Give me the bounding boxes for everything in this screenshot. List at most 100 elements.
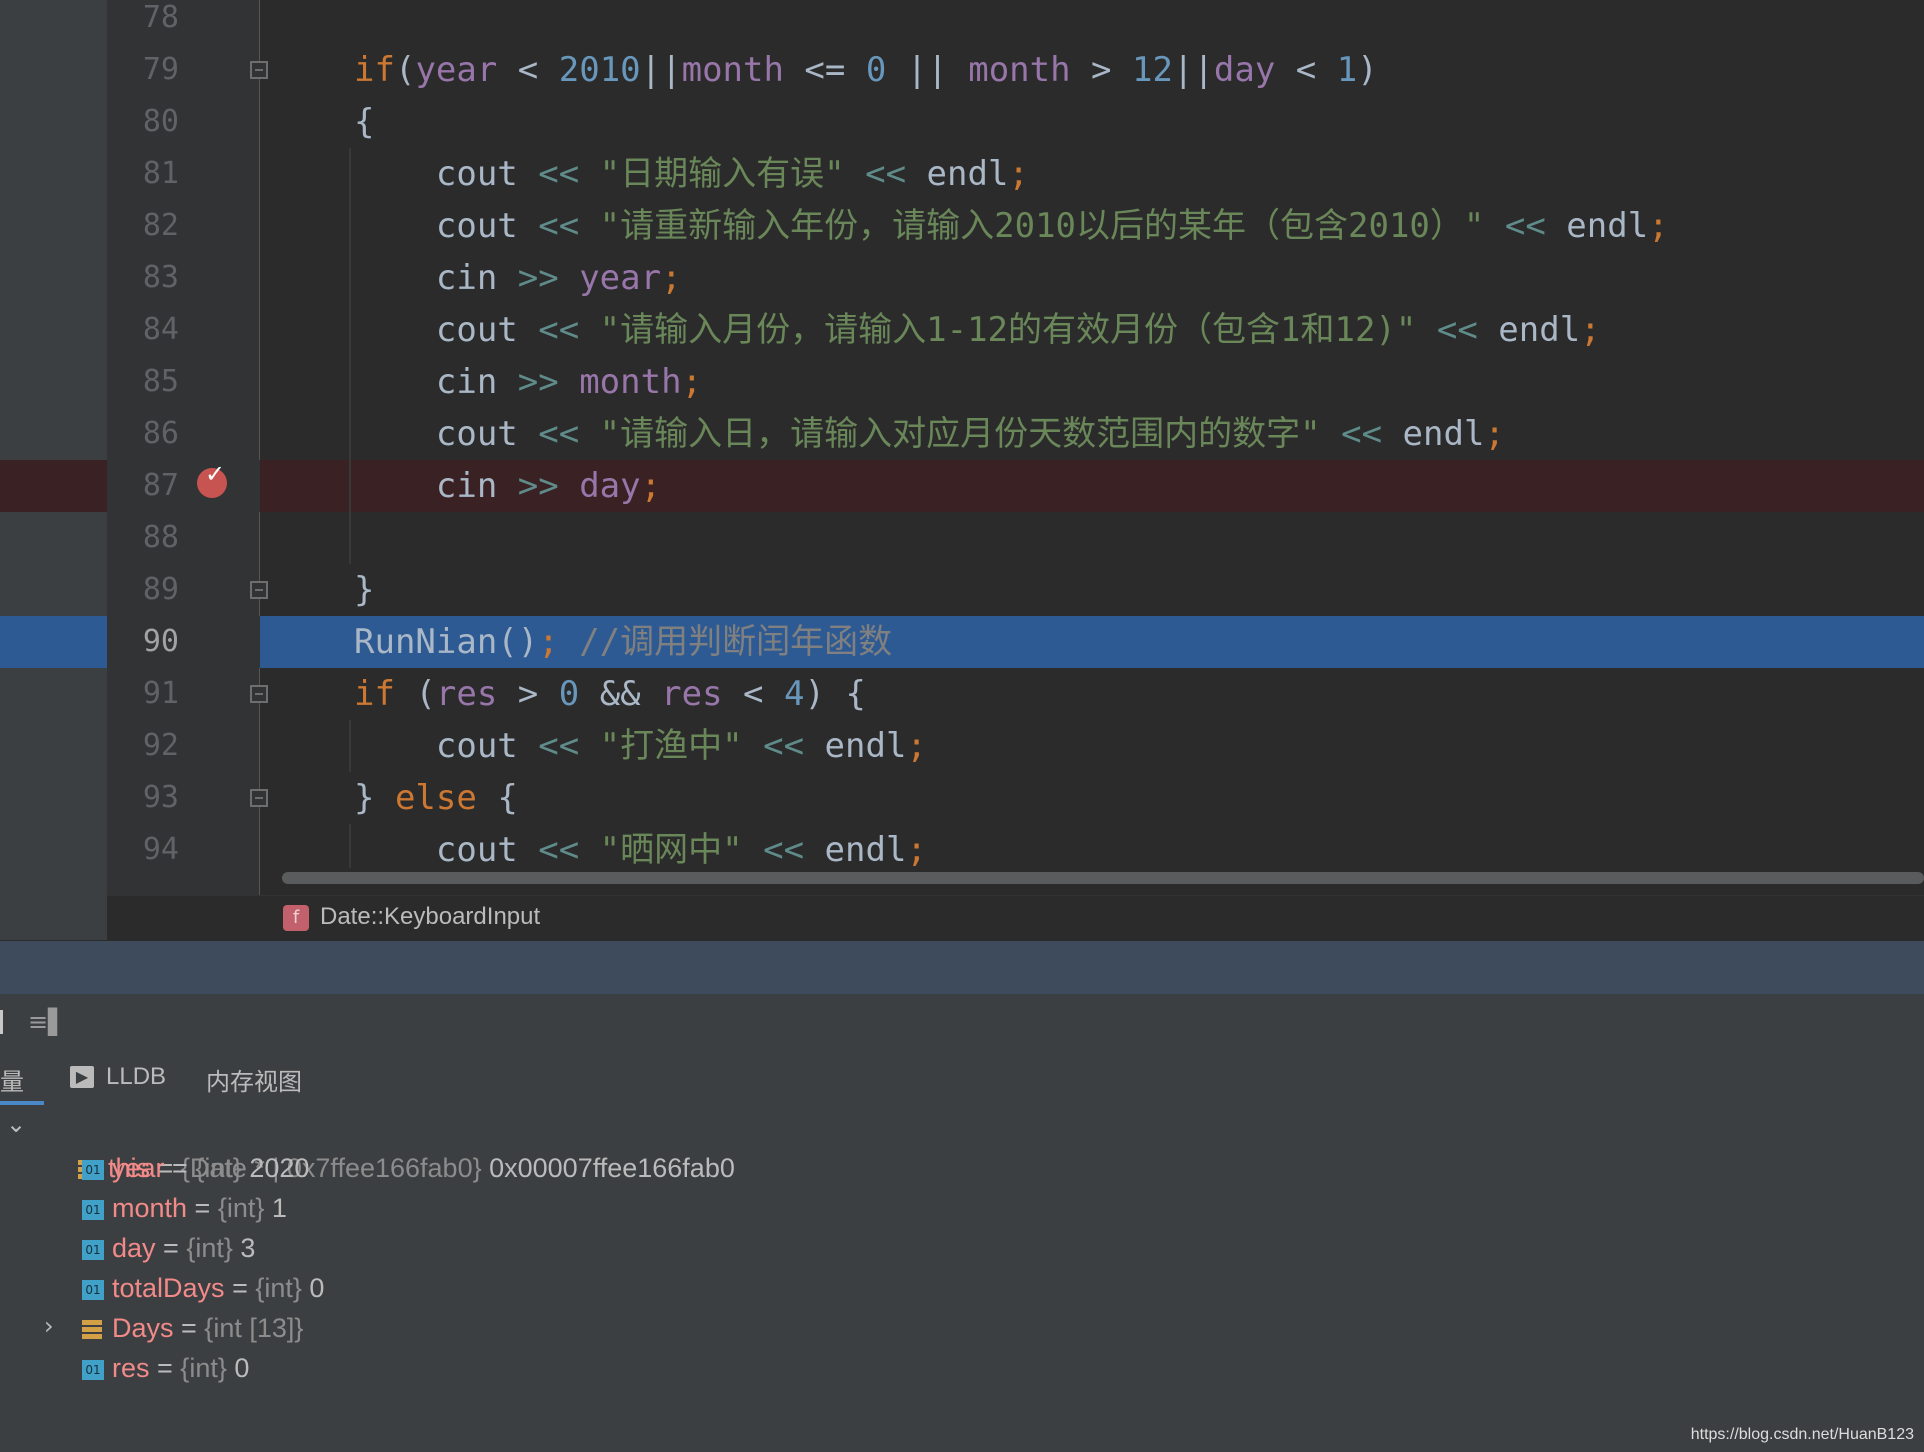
fold-icon[interactable] xyxy=(250,685,268,703)
code-token: "请输入月份，请输入1-12的有效月份（包含1和12)" xyxy=(599,310,1417,350)
line-number[interactable]: 87 xyxy=(107,460,179,512)
function-icon: f xyxy=(283,905,309,931)
code-line[interactable]: 82 cout << "请重新输入年份，请输入2010以后的某年（包含2010）… xyxy=(0,200,1924,252)
variable-this[interactable]: this = {Date * | 0x7ffee166fab0} 0x00007… xyxy=(48,1108,735,1183)
tab-lldb[interactable]: LLDB xyxy=(106,1063,166,1091)
int-field-icon: 01 xyxy=(82,1199,104,1220)
code-token: cout xyxy=(354,726,539,766)
line-number[interactable]: 92 xyxy=(107,720,179,772)
line-number[interactable]: 84 xyxy=(107,304,179,356)
code-line[interactable]: 78 xyxy=(0,0,1924,44)
code-line[interactable]: 79 if(year < 2010||month <= 0 || month > … xyxy=(0,44,1924,96)
code-token: "打渔中" xyxy=(599,726,743,766)
line-number[interactable]: 94 xyxy=(107,824,179,876)
variable-name: Days xyxy=(112,1313,174,1343)
variable-month[interactable]: 01 month = {int} 1 xyxy=(82,1188,287,1228)
list-view-icon[interactable]: ≡▌ xyxy=(28,1008,67,1036)
code-token: > xyxy=(1070,50,1132,90)
fold-icon[interactable] xyxy=(250,61,268,79)
code-text: } else { xyxy=(354,772,518,824)
array-icon xyxy=(82,1319,102,1340)
terminal-icon: ▶ xyxy=(70,1066,94,1088)
code-token: ; xyxy=(906,726,927,766)
code-line[interactable]: 81 cout << "日期输入有误" << endl; xyxy=(0,148,1924,200)
variable-res[interactable]: 01 res = {int} 0 xyxy=(82,1348,249,1388)
code-token: cin xyxy=(354,362,518,402)
equals-sign: = xyxy=(155,1233,187,1263)
code-line[interactable]: 92 cout << "打渔中" << endl; xyxy=(0,720,1924,772)
variable-year[interactable]: 01 year = {int} 2020 xyxy=(82,1148,309,1188)
code-token: RunNian() xyxy=(354,622,539,662)
code-line[interactable]: 84 cout << "请输入月份，请输入1-12的有效月份（包含1和12)" … xyxy=(0,304,1924,356)
code-token: << xyxy=(1436,310,1478,350)
line-number[interactable]: 79 xyxy=(107,44,179,96)
line-number[interactable]: 86 xyxy=(107,408,179,460)
code-line[interactable]: 80 { xyxy=(0,96,1924,148)
chevron-right-icon[interactable]: › xyxy=(44,1312,54,1340)
code-token: { xyxy=(354,102,375,142)
code-token: < xyxy=(497,50,559,90)
code-line[interactable]: 85 cin >> month; xyxy=(0,356,1924,408)
code-text: cout << "请输入日，请输入对应月份天数范围内的数字" << endl; xyxy=(354,408,1505,460)
tab-memory-view[interactable]: 内存视图 xyxy=(206,1062,302,1097)
code-token: if xyxy=(354,674,395,714)
code-token: cout xyxy=(354,206,539,246)
code-token: day xyxy=(1213,50,1276,90)
code-line[interactable]: 89} xyxy=(0,564,1924,616)
variable-value: 2020 xyxy=(241,1153,310,1183)
code-token: cout xyxy=(354,830,539,870)
variable-day[interactable]: 01 day = {int} 3 xyxy=(82,1228,255,1268)
code-token: ) xyxy=(1357,50,1378,90)
code-token: endl xyxy=(1545,206,1649,246)
code-line[interactable]: 83 cin >> year; xyxy=(0,252,1924,304)
line-number[interactable]: 85 xyxy=(107,356,179,408)
line-number[interactable]: 90 xyxy=(107,616,179,668)
debug-toolbar xyxy=(0,994,1924,1051)
variable-totalDays[interactable]: 01 totalDays = {int} 0 xyxy=(82,1268,324,1308)
code-text: } xyxy=(354,564,374,616)
fold-icon[interactable] xyxy=(250,581,268,599)
code-line[interactable]: 91 if (res > 0 && res < 4) { xyxy=(0,668,1924,720)
line-number[interactable]: 80 xyxy=(107,96,179,148)
code-text: cin >> day; xyxy=(354,460,661,512)
line-number[interactable]: 82 xyxy=(107,200,179,252)
fold-icon[interactable] xyxy=(250,789,268,807)
code-line[interactable]: 90 RunNian(); //调用判断闰年函数 xyxy=(0,616,1924,668)
variable-name: year xyxy=(112,1153,165,1183)
code-token: ( xyxy=(394,50,416,90)
code-token: << xyxy=(763,830,805,870)
code-line[interactable]: 88 xyxy=(0,512,1924,564)
code-text: if(year < 2010||month <= 0 || month > 12… xyxy=(354,44,1378,96)
code-token: cout xyxy=(354,154,539,194)
code-text: cout << "打渔中" << endl; xyxy=(354,720,927,772)
breakpoint-icon[interactable]: ✓ xyxy=(197,460,227,498)
line-number[interactable]: 81 xyxy=(107,148,179,200)
chevron-down-icon[interactable]: ⌄ xyxy=(6,1110,26,1138)
line-number[interactable]: 93 xyxy=(107,772,179,824)
code-token: year xyxy=(579,258,662,298)
code-token: 4 xyxy=(783,674,805,714)
code-line[interactable]: 86 cout << "请输入日，请输入对应月份天数范围内的数字" << end… xyxy=(0,408,1924,460)
tab-variables[interactable]: 量 xyxy=(0,1062,24,1097)
line-number[interactable]: 91 xyxy=(107,668,179,720)
code-text: cout << "日期输入有误" << endl; xyxy=(354,148,1029,200)
line-number[interactable]: 78 xyxy=(107,0,179,44)
variable-type: {int [13]} xyxy=(204,1313,304,1343)
code-token: endl xyxy=(1477,310,1581,350)
breadcrumb-function[interactable]: Date::KeyboardInput xyxy=(320,903,540,931)
line-number[interactable]: 89 xyxy=(107,564,179,616)
code-token: << xyxy=(538,154,580,194)
code-line[interactable]: 87 cin >> day; xyxy=(0,460,1924,512)
code-line[interactable]: 93 } else { xyxy=(0,772,1924,824)
line-number[interactable]: 88 xyxy=(107,512,179,564)
line-number[interactable]: 83 xyxy=(107,252,179,304)
variable-Days[interactable]: Days = {int [13]} xyxy=(82,1308,303,1348)
code-token: << xyxy=(1504,206,1546,246)
watermark: https://blog.csdn.net/HuanB123 xyxy=(1690,1426,1914,1443)
horizontal-scrollbar-thumb[interactable] xyxy=(282,872,1924,884)
code-token: endl xyxy=(804,830,907,870)
code-editor[interactable]: 78 79 if(year < 2010||month <= 0 || month … xyxy=(0,0,1924,941)
